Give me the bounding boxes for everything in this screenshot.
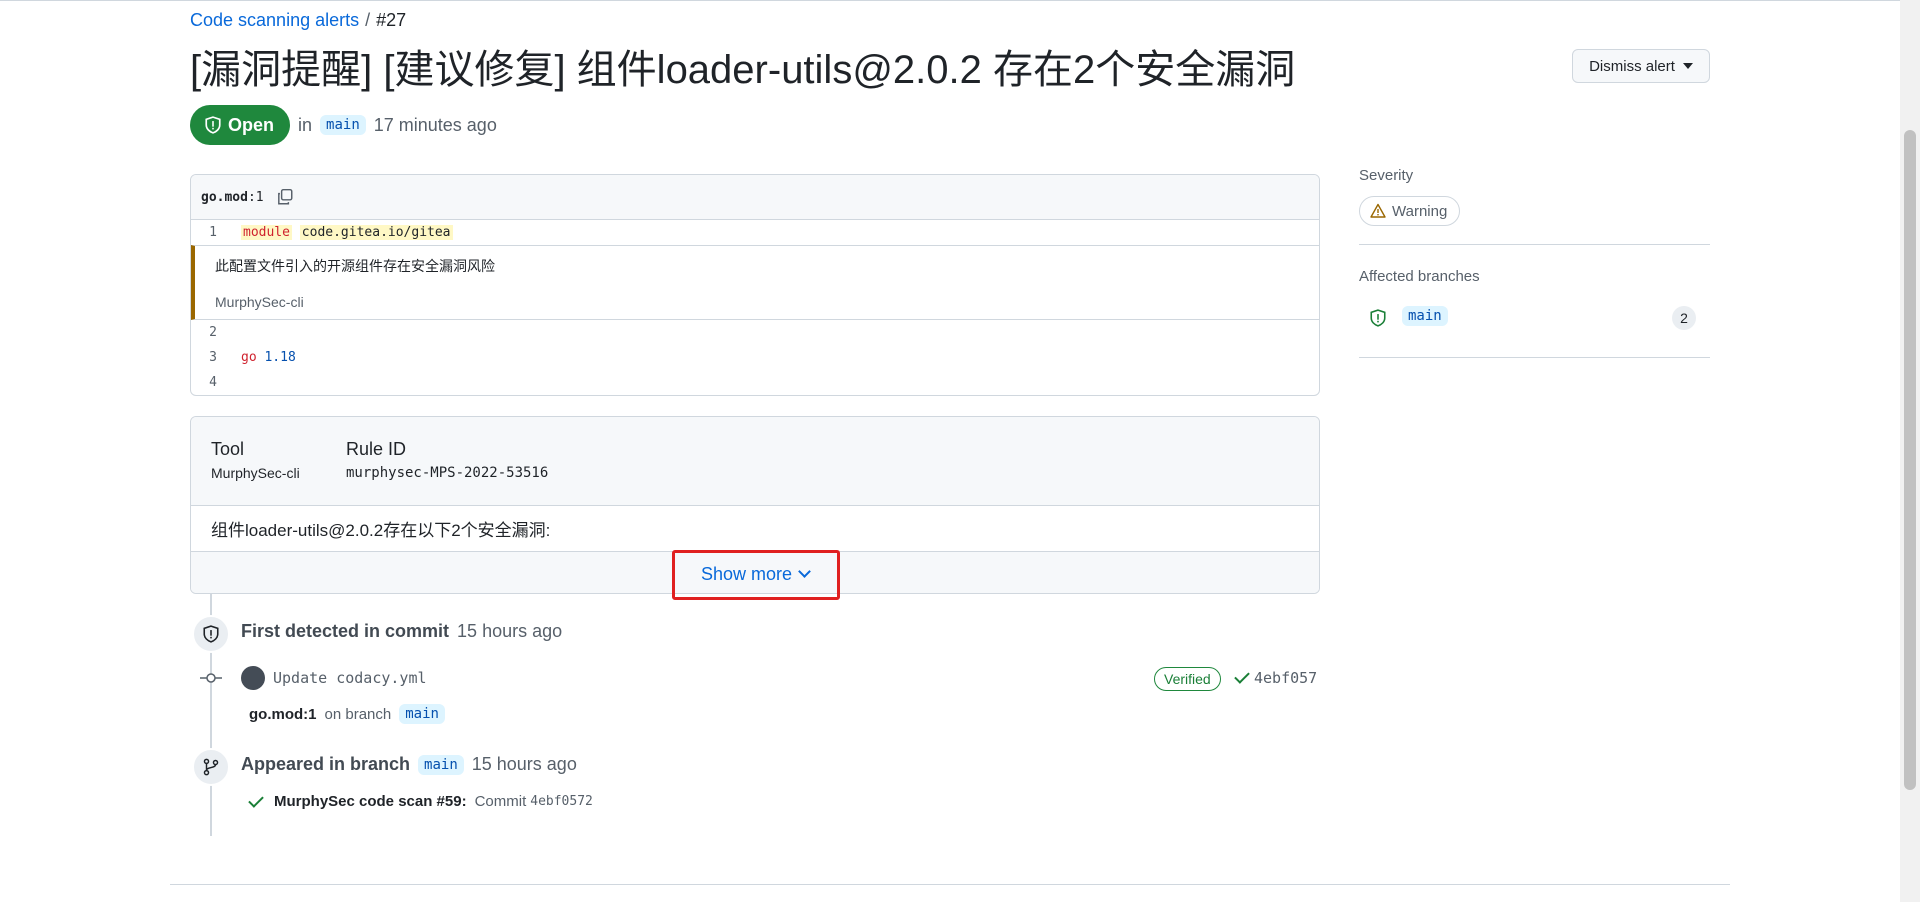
location-on-branch: on branch [324,705,392,723]
branch-tag[interactable]: main [418,754,464,775]
avatar[interactable] [241,666,265,690]
shield-icon [1370,309,1386,327]
code-text: 1.18 [264,350,296,365]
code-text: code.gitea.io/gitea [299,225,453,240]
location-file[interactable]: go.mod:1 [249,706,317,723]
scan-name[interactable]: MurphySec code scan #59: [274,793,467,810]
footer-divider [170,884,1730,885]
highlight-box [672,550,840,600]
branch-alert-count: 2 [1672,306,1696,330]
code-line: 1 module code.gitea.io/gitea [191,220,1319,245]
rule-summary: Tool MurphySec-cli Rule ID murphysec-MPS… [191,417,1319,506]
copy-icon[interactable] [276,188,294,206]
first-detected-time: 15 hours ago [457,621,563,641]
affected-branches-label: Affected branches [1359,268,1480,285]
commit-sha-text: 4ebf057 [1254,669,1318,687]
detected-location: go.mod:1 on branch main [249,704,445,724]
timeline-badge [192,748,230,786]
commit-message[interactable]: Update codacy.yml [273,669,427,687]
branch-tag[interactable]: main [320,115,366,135]
status-label: Open [228,114,275,135]
top-divider [0,0,1900,1]
shield-icon [205,116,221,134]
page-title: [漏洞提醒] [建议修复] 组件loader-utils@2.0.2 存在2个安… [190,48,1296,92]
code-keyword: module [241,225,292,240]
check-icon [248,791,264,808]
check-icon [1234,668,1250,684]
line-number: 2 [209,325,217,340]
code-line: 3 go 1.18 [191,345,1319,370]
appeared-in-branch: Appeared in branch main 15 hours ago [241,754,577,775]
rule-id-header: Rule ID [346,439,407,459]
branch-tag[interactable]: main [399,704,445,724]
commit-icon [200,673,222,683]
alert-time: 17 minutes ago [373,114,497,135]
severity-value: Warning [1392,202,1448,220]
timeline-badge [192,615,230,653]
warning-icon [1370,203,1386,218]
commit-sha[interactable]: 4ebf057 [1234,668,1318,687]
first-detected-label: First detected in commit [241,621,450,641]
line-number: 4 [209,375,217,390]
annotation-tool: MurphySec-cli [215,294,304,310]
code-file: go.mod [201,189,248,205]
breadcrumb: Code scanning alerts / #27 [190,10,406,31]
alert-annotation: 此配置文件引入的开源组件存在安全漏洞风险 MurphySec-cli [191,245,1319,320]
code-line: 2 [191,320,1319,345]
code-line: 4 [191,370,1319,395]
status-badge: Open [190,105,291,145]
shield-icon [203,625,219,643]
alert-meta: Open in main 17 minutes ago [190,105,497,145]
breadcrumb-separator: / [365,10,371,30]
breadcrumb-link-alerts[interactable]: Code scanning alerts [190,10,359,30]
dismiss-alert-label: Dismiss alert [1589,57,1675,75]
severity-badge: Warning [1359,196,1461,226]
code-file-ref[interactable]: go.mod:1 [201,190,264,205]
tool-header: Tool [211,439,245,459]
scrollbar-thumb[interactable] [1904,130,1916,790]
code-header: go.mod:1 [191,175,1319,220]
dismiss-alert-button[interactable]: Dismiss alert [1572,49,1710,83]
sidebar-divider [1359,357,1710,358]
commit-message-text: Update codacy.yml [273,669,427,687]
breadcrumb-current: #27 [376,10,407,30]
first-detected: First detected in commit 15 hours ago [241,621,562,642]
tool-value: MurphySec-cli [211,465,300,481]
caret-down-icon [1682,63,1693,69]
scan-result: MurphySec code scan #59: Commit 4ebf0572 [248,791,593,810]
rule-id-value: murphysec-MPS-2022-53516 [346,465,549,481]
scan-commit-sha[interactable]: 4ebf0572 [530,794,593,809]
affected-branch[interactable]: main [1402,306,1448,326]
scan-commit-label: Commit [474,793,527,810]
appeared-time: 15 hours ago [471,754,577,774]
scrollbar[interactable] [1900,0,1920,902]
in-label: in [298,114,313,135]
severity-label: Severity [1359,167,1414,184]
code-keyword: go [241,350,257,365]
code-snippet: go.mod:1 1 module code.gitea.io/gitea 此配… [190,174,1320,396]
sidebar-divider [1359,244,1710,245]
branch-icon [203,758,219,776]
appeared-label: Appeared in branch [241,754,411,774]
line-number: 3 [209,350,217,365]
line-number: 1 [209,225,217,240]
annotation-message: 此配置文件引入的开源组件存在安全漏洞风险 [215,258,495,274]
verified-badge[interactable]: Verified [1154,667,1221,691]
code-line-ref: :1 [247,189,264,205]
rule-description: 组件loader-utils@2.0.2存在以下2个安全漏洞: [191,506,1319,552]
